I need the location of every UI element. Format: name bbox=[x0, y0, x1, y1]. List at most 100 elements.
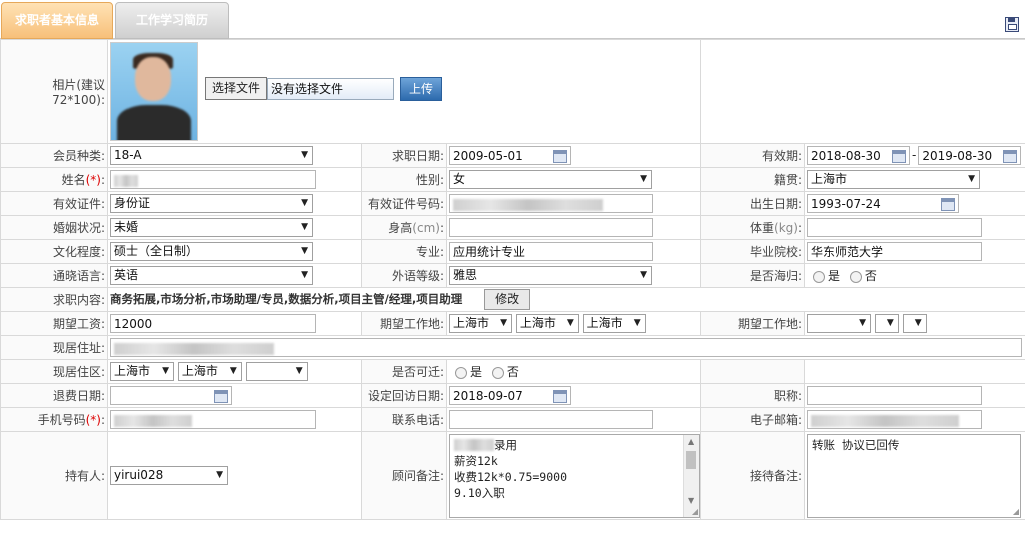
tab-resume[interactable]: 工作学习简历 bbox=[115, 2, 229, 39]
consultant-note-label: 顾问备注: bbox=[361, 431, 447, 520]
mobile-label: 手机号码(*): bbox=[0, 407, 108, 432]
job-title-label: 职称: bbox=[700, 383, 805, 408]
tab-bar: 求职者基本信息 工作学习简历 bbox=[0, 0, 1025, 39]
refund-date-input[interactable] bbox=[110, 386, 232, 405]
phone-label: 联系电话: bbox=[361, 407, 447, 432]
email-input[interactable] bbox=[807, 410, 982, 429]
visit-date-input[interactable]: 2018-09-07 bbox=[449, 386, 571, 405]
expected-salary-input[interactable]: 12000 bbox=[110, 314, 316, 333]
marital-select[interactable]: 未婚 ▼ bbox=[110, 218, 313, 237]
expected-district-select[interactable]: 上海市 ▼ bbox=[582, 314, 646, 333]
calendar-icon[interactable] bbox=[892, 150, 906, 163]
resize-handle-icon[interactable]: ◢ bbox=[1013, 507, 1019, 516]
relocate-no-radio[interactable] bbox=[491, 366, 504, 379]
radio-label: 是 bbox=[470, 365, 483, 379]
gender-select[interactable]: 女 ▼ bbox=[449, 170, 652, 189]
expected-place2-district-select[interactable]: ▼ bbox=[902, 314, 927, 333]
job-title-input[interactable] bbox=[807, 386, 982, 405]
expected-place2-city-select[interactable]: ▼ bbox=[874, 314, 899, 333]
radio-label: 是 bbox=[828, 269, 841, 283]
language-select[interactable]: 英语 ▼ bbox=[110, 266, 313, 285]
consultant-note-textarea[interactable]: 录用 薪资12k 收费12k*0.75=9000 9.10入职 ▲ ▼ ◢ bbox=[449, 433, 700, 518]
resize-handle-icon[interactable]: ◢ bbox=[692, 507, 698, 516]
expected-province-select[interactable]: 上海市 ▼ bbox=[449, 314, 512, 333]
radio-label: 否 bbox=[864, 269, 877, 283]
holder-select[interactable]: yirui028 ▼ bbox=[110, 466, 228, 485]
district-city-select[interactable]: 上海市 ▼ bbox=[177, 362, 242, 381]
valid-period-label: 有效期: bbox=[700, 143, 805, 168]
gender-label: 性别: bbox=[361, 167, 447, 192]
apply-date-input[interactable]: 2009-05-01 bbox=[449, 146, 571, 165]
weight-label: 体重(kg): bbox=[700, 215, 805, 240]
file-name-field: 没有选择文件 bbox=[267, 77, 395, 100]
reception-note-textarea[interactable]: 转账 协议已回传 ◢ bbox=[807, 433, 1021, 518]
foreign-level-label: 外语等级: bbox=[361, 263, 447, 288]
member-type-label: 会员种类: bbox=[0, 143, 108, 168]
name-input[interactable] bbox=[110, 170, 316, 189]
relocate-label: 是否可迁: bbox=[361, 359, 447, 384]
calendar-icon[interactable] bbox=[1003, 150, 1018, 163]
expected-city-select[interactable]: 上海市 ▼ bbox=[515, 314, 579, 333]
tab-basic-info[interactable]: 求职者基本信息 bbox=[1, 2, 113, 39]
job-content-label: 求职内容: bbox=[0, 287, 108, 312]
photo-label: 相片(建议72*100): bbox=[0, 39, 108, 144]
returnee-no-radio[interactable] bbox=[849, 270, 862, 283]
expected-place2-label: 期望工作地: bbox=[700, 311, 805, 336]
valid-from-input[interactable]: 2018-08-30 bbox=[807, 146, 910, 165]
job-content-value: 商务拓展,市场分析,市场助理/专员,数据分析,项目主管/经理,项目助理 bbox=[110, 292, 463, 306]
expected-salary-label: 期望工资: bbox=[0, 311, 108, 336]
id-number-label: 有效证件号码: bbox=[361, 191, 447, 216]
applicant-photo bbox=[110, 42, 198, 141]
language-label: 通晓语言: bbox=[0, 263, 108, 288]
native-place-select[interactable]: 上海市 ▼ bbox=[807, 170, 980, 189]
birth-date-label: 出生日期: bbox=[700, 191, 805, 216]
weight-input[interactable] bbox=[807, 218, 982, 237]
textarea-scrollbar[interactable]: ▲ ▼ bbox=[683, 434, 699, 517]
reception-note-label: 接待备注: bbox=[700, 431, 805, 520]
member-type-select[interactable]: 18-A ▼ bbox=[110, 146, 313, 165]
id-type-select[interactable]: 身份证 ▼ bbox=[110, 194, 313, 213]
visit-date-label: 设定回访日期: bbox=[361, 383, 447, 408]
choose-file-button[interactable]: 选择文件 bbox=[205, 77, 268, 100]
school-label: 毕业院校: bbox=[700, 239, 805, 264]
calendar-icon[interactable] bbox=[941, 198, 955, 211]
upload-button[interactable]: 上传 bbox=[400, 76, 443, 101]
height-input[interactable] bbox=[449, 218, 653, 237]
address-input[interactable] bbox=[110, 338, 1022, 357]
district-label: 现居住区: bbox=[0, 359, 108, 384]
email-label: 电子邮箱: bbox=[700, 407, 805, 432]
major-input[interactable]: 应用统计专业 bbox=[449, 242, 653, 261]
foreign-level-select[interactable]: 雅思 ▼ bbox=[449, 266, 652, 285]
major-label: 专业: bbox=[361, 239, 447, 264]
id-number-input[interactable] bbox=[449, 194, 653, 213]
apply-date-label: 求职日期: bbox=[361, 143, 447, 168]
save-icon[interactable] bbox=[1005, 17, 1019, 32]
valid-to-input[interactable]: 2019-08-30 bbox=[918, 146, 1022, 165]
phone-input[interactable] bbox=[449, 410, 653, 429]
relocate-yes-radio[interactable] bbox=[455, 366, 467, 379]
education-label: 文化程度: bbox=[0, 239, 108, 264]
district-province-select[interactable]: 上海市 ▼ bbox=[110, 362, 174, 381]
native-place-label: 籍贯: bbox=[700, 167, 805, 192]
education-select[interactable]: 硕士（全日制） ▼ bbox=[110, 242, 313, 261]
expected-place2-province-select[interactable]: ▼ bbox=[807, 314, 871, 333]
returnee-yes-radio[interactable] bbox=[813, 270, 825, 283]
mobile-input[interactable] bbox=[110, 410, 316, 429]
returnee-label: 是否海归: bbox=[700, 263, 805, 288]
district-area-select[interactable]: ▼ bbox=[245, 362, 308, 381]
name-label: 姓名(*): bbox=[0, 167, 108, 192]
id-type-label: 有效证件: bbox=[0, 191, 108, 216]
holder-label: 持有人: bbox=[0, 431, 108, 520]
date-separator: - bbox=[912, 148, 917, 162]
calendar-icon[interactable] bbox=[214, 390, 228, 403]
calendar-icon[interactable] bbox=[553, 150, 567, 163]
radio-label: 否 bbox=[506, 365, 519, 379]
calendar-icon[interactable] bbox=[553, 390, 567, 403]
address-label: 现居住址: bbox=[0, 335, 108, 360]
refund-date-label: 退费日期: bbox=[0, 383, 108, 408]
edit-job-content-button[interactable]: 修改 bbox=[484, 289, 531, 310]
expected-place-label: 期望工作地: bbox=[361, 311, 447, 336]
birth-date-input[interactable]: 1993-07-24 bbox=[807, 194, 959, 213]
marital-label: 婚姻状况: bbox=[0, 215, 108, 240]
school-input[interactable]: 华东师范大学 bbox=[807, 242, 982, 261]
